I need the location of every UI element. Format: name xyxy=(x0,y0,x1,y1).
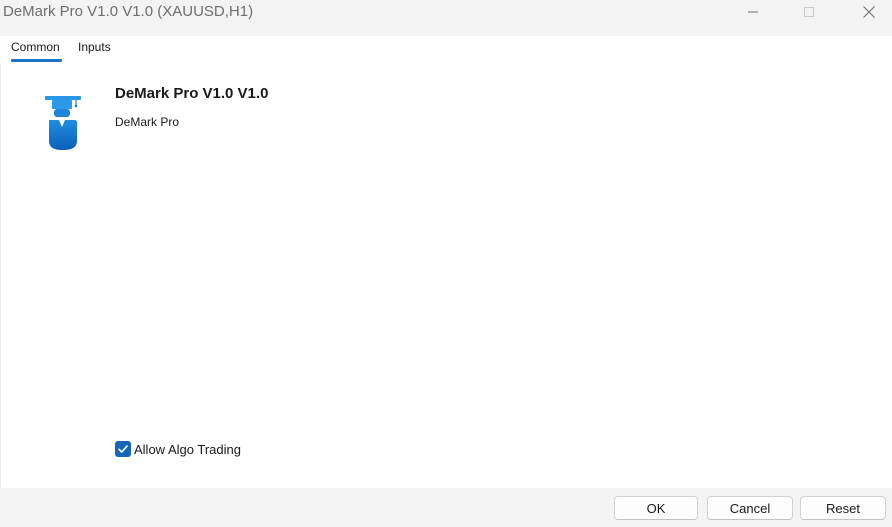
allow-algo-trading-label: Allow Algo Trading xyxy=(134,441,241,457)
minimize-button[interactable] xyxy=(730,0,776,24)
cancel-button[interactable]: Cancel xyxy=(707,496,793,520)
minimize-icon xyxy=(748,11,758,13)
window-title: DeMark Pro V1.0 V1.0 (XAUUSD,H1) xyxy=(3,3,254,20)
allow-algo-trading-checkbox[interactable] xyxy=(115,441,131,457)
tab-common[interactable]: Common xyxy=(11,40,60,54)
reset-button[interactable]: Reset xyxy=(800,496,886,520)
program-description: DeMark Pro xyxy=(115,115,180,129)
graduate-user-icon xyxy=(45,96,81,150)
close-button[interactable] xyxy=(846,0,892,24)
close-icon xyxy=(863,6,875,18)
ok-button[interactable]: OK xyxy=(614,496,698,520)
common-tab-panel: DeMark Pro V1.0 V1.0 DeMark Pro Allow Al… xyxy=(0,64,892,488)
active-tab-indicator xyxy=(11,59,62,62)
maximize-icon xyxy=(804,7,814,17)
tab-bar: Common Inputs xyxy=(0,36,892,64)
tab-inputs[interactable]: Inputs xyxy=(78,40,111,54)
dialog-window: DeMark Pro V1.0 V1.0 (XAUUSD,H1) Common … xyxy=(0,0,892,527)
title-bar: DeMark Pro V1.0 V1.0 (XAUUSD,H1) xyxy=(0,0,892,36)
program-name: DeMark Pro V1.0 V1.0 xyxy=(115,85,269,102)
allow-algo-trading-option[interactable]: Allow Algo Trading xyxy=(115,441,241,457)
dialog-footer: OK Cancel Reset xyxy=(0,488,892,527)
maximize-button[interactable] xyxy=(786,0,832,24)
checkmark-icon xyxy=(118,445,128,453)
